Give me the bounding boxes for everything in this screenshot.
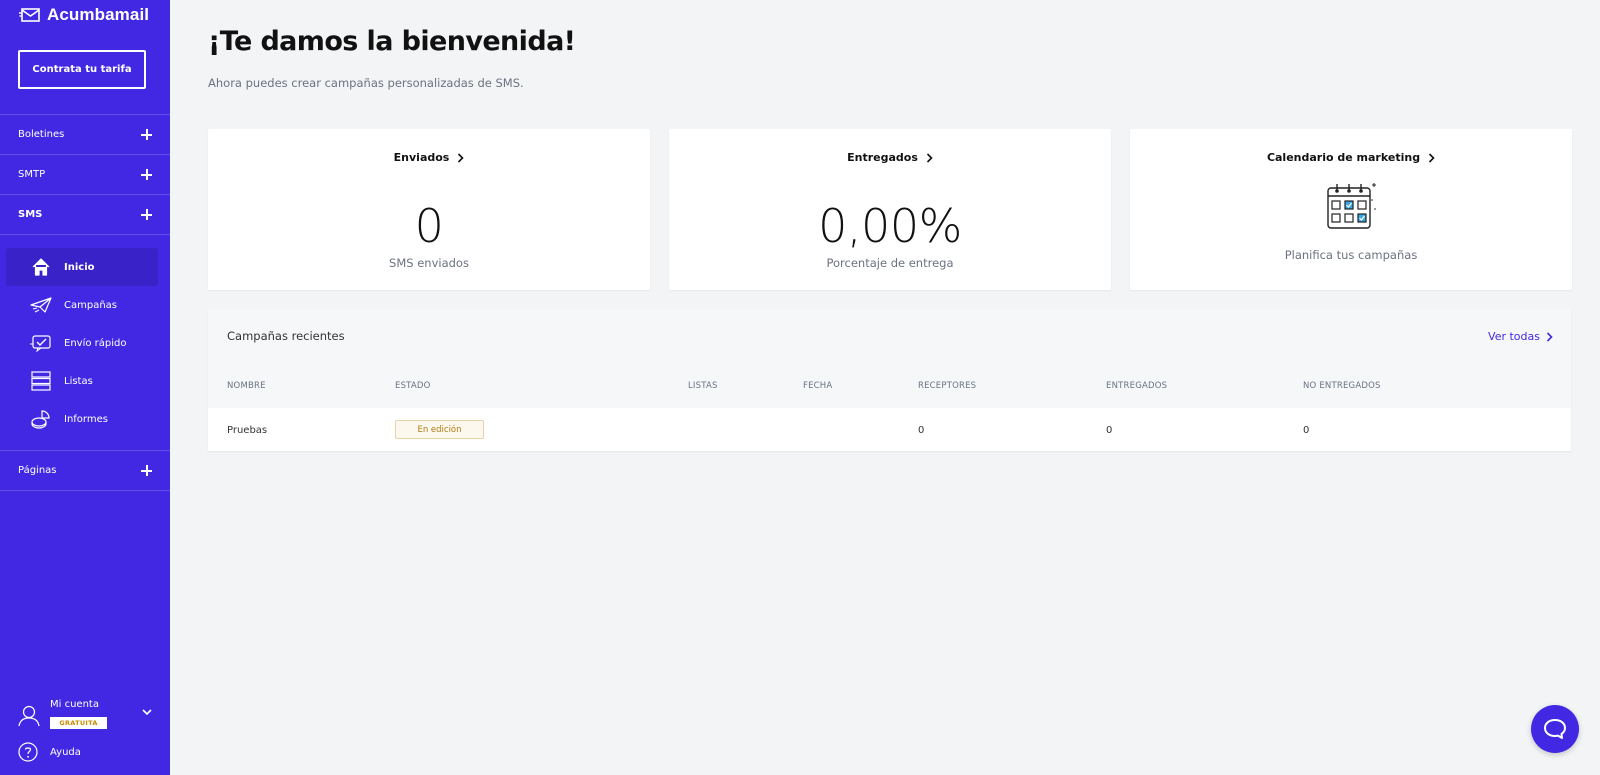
- calendar-icon: [1327, 183, 1376, 229]
- column-header: RECEPTORES: [918, 381, 977, 391]
- sidebar-item-inicio[interactable]: Inicio: [6, 248, 158, 286]
- card-value: 0,00%: [818, 199, 962, 253]
- user-icon: [18, 705, 40, 727]
- section-label: SMS: [18, 209, 43, 220]
- chevron-down-icon: [142, 709, 152, 716]
- card-calendario-link[interactable]: Calendario de marketing: [1130, 151, 1572, 164]
- account-label: Mi cuenta: [50, 699, 99, 710]
- plus-icon: [141, 129, 152, 140]
- quick-send-icon: [30, 332, 52, 354]
- plus-icon: [141, 209, 152, 220]
- chevron-right-icon: [1428, 152, 1435, 163]
- page-title: ¡Te damos la bienvenida!: [208, 26, 576, 57]
- sidebar-item-label: Campañas: [64, 299, 118, 311]
- sidebar-item-envio-rapido[interactable]: Envío rápido: [6, 324, 158, 362]
- campaign-name[interactable]: Pruebas: [227, 425, 267, 436]
- sidebar-item-listas[interactable]: Listas: [6, 362, 158, 400]
- account-menu[interactable]: Mi cuenta GRATUITA: [18, 699, 152, 732]
- sidebar-item-label: Informes: [64, 413, 108, 425]
- sidebar-item-label: Envío rápido: [64, 337, 127, 349]
- main-content: ¡Te damos la bienvenida! Ahora puedes cr…: [170, 0, 1600, 775]
- card-value: 0: [414, 199, 444, 253]
- report-icon: [30, 408, 52, 430]
- sidebar-item-label: Listas: [64, 375, 93, 387]
- chevron-right-icon: [926, 152, 933, 163]
- column-header: ENTREGADOS: [1106, 381, 1168, 391]
- plus-icon: [141, 169, 152, 180]
- section-sms[interactable]: SMS: [0, 194, 170, 234]
- table-header: Campañas recientes Ver todas NOMBRE ESTA…: [208, 309, 1571, 408]
- card-calendario: Calendario de marketing Planifica tus ca…: [1130, 129, 1572, 290]
- card-entregados-link[interactable]: Entregados: [669, 151, 1111, 164]
- help-icon: [18, 742, 38, 762]
- sidebar-item-informes[interactable]: Informes: [6, 400, 158, 438]
- see-all-label: Ver todas: [1488, 330, 1540, 343]
- card-title: Enviados: [393, 151, 450, 164]
- paper-plane-icon: [30, 294, 52, 316]
- list-icon: [30, 370, 52, 392]
- plus-icon: [141, 465, 152, 476]
- chevron-right-icon: [1546, 331, 1553, 342]
- card-caption: Planifica tus campañas: [1284, 248, 1418, 262]
- card-title: Calendario de marketing: [1266, 151, 1421, 164]
- help-label: Ayuda: [50, 746, 81, 758]
- chat-button[interactable]: [1531, 705, 1579, 753]
- column-header: NOMBRE: [227, 381, 266, 391]
- card-caption: SMS enviados: [389, 256, 469, 270]
- table-title: Campañas recientes: [227, 329, 345, 343]
- sidebar-item-campanas[interactable]: Campañas: [6, 286, 158, 324]
- campaign-not-delivered: 0: [1303, 425, 1310, 436]
- campaign-delivered: 0: [1106, 425, 1113, 436]
- brand-logo[interactable]: Acumbamail: [19, 4, 149, 26]
- section-paginas[interactable]: Páginas: [0, 450, 170, 491]
- help-link[interactable]: Ayuda: [18, 742, 81, 762]
- mail-icon: [19, 8, 40, 22]
- sidebar-item-label: Inicio: [64, 261, 95, 273]
- divider: [0, 234, 170, 235]
- sidebar: Acumbamail Contrata tu tarifa Boletines …: [0, 0, 170, 775]
- section-smtp[interactable]: SMTP: [0, 154, 170, 194]
- column-header: FECHA: [803, 381, 833, 391]
- brand-name: Acumbamail: [47, 5, 150, 24]
- column-header: NO ENTREGADOS: [1303, 381, 1381, 391]
- page-subtitle: Ahora puedes crear campañas personalizad…: [208, 76, 524, 90]
- column-header: LISTAS: [688, 381, 718, 391]
- card-title: Entregados: [847, 151, 918, 164]
- see-all-link[interactable]: Ver todas: [1488, 330, 1553, 343]
- home-icon: [30, 256, 52, 278]
- status-badge: En edición: [395, 420, 484, 439]
- section-label: Páginas: [18, 465, 57, 476]
- section-boletines[interactable]: Boletines: [0, 114, 170, 154]
- campaign-receivers: 0: [918, 425, 925, 436]
- section-label: SMTP: [18, 169, 46, 180]
- card-enviados: Enviados 0 SMS enviados: [208, 129, 650, 290]
- card-enviados-link[interactable]: Enviados: [208, 151, 650, 164]
- chevron-right-icon: [458, 152, 464, 163]
- plan-button[interactable]: Contrata tu tarifa: [18, 50, 146, 89]
- section-label: Boletines: [18, 129, 65, 140]
- column-header: ESTADO: [395, 381, 431, 391]
- card-entregados: Entregados 0,00% Porcentaje de entrega: [669, 129, 1111, 290]
- recent-campaigns-table: Campañas recientes Ver todas NOMBRE ESTA…: [208, 309, 1571, 451]
- chat-icon: [1544, 719, 1566, 739]
- card-caption: Porcentaje de entrega: [826, 256, 954, 270]
- plan-badge: GRATUITA: [50, 717, 107, 729]
